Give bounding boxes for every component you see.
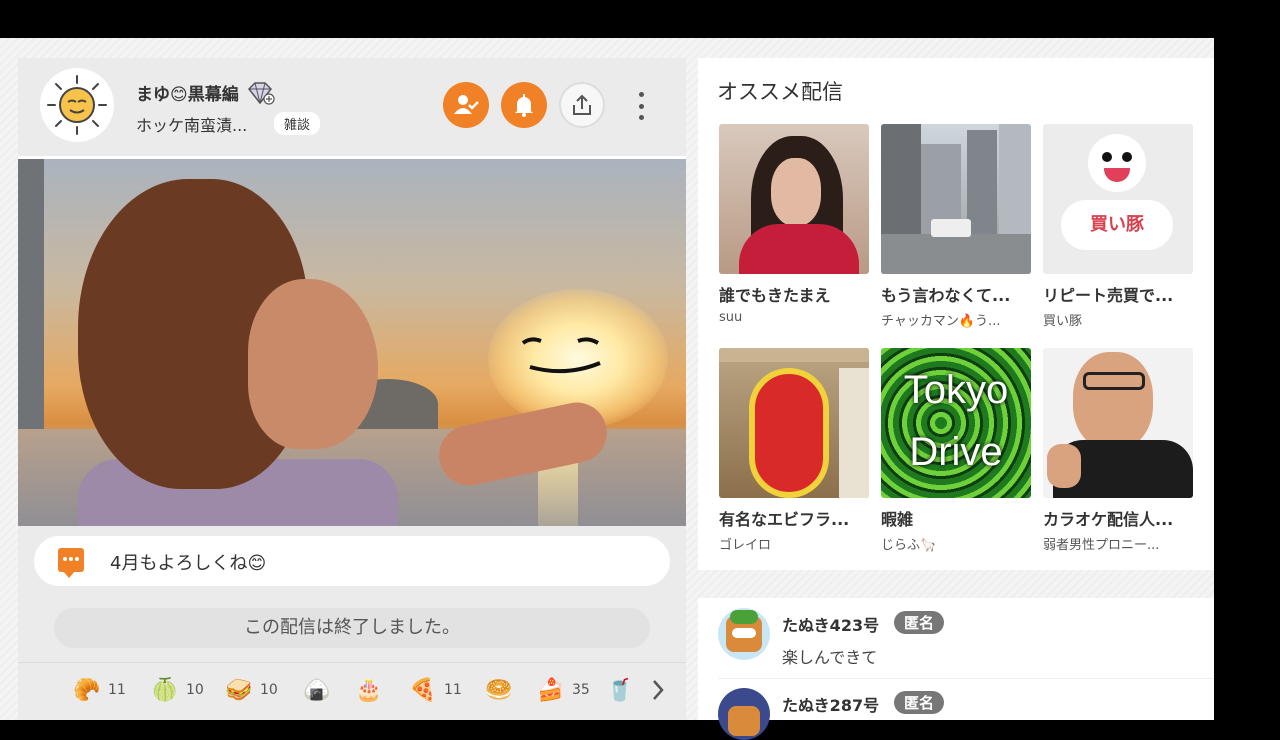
rec-title: リピート売買で... [1043, 286, 1174, 305]
stream-video[interactable] [18, 156, 686, 526]
gift-item[interactable]: 🍕 11 [408, 675, 462, 705]
streamer-header: まゆ😊黒幕編 ホッケ南蛮漬... 雑談 [18, 58, 686, 154]
gift-item[interactable]: 🥐 11 [72, 675, 126, 705]
cake-face-icon: 🎂 [355, 677, 383, 703]
latest-comment-text: 4月もよろしくね😊 [110, 553, 267, 574]
anonymous-badge: 匿名 [894, 691, 945, 714]
gift-count: 11 [444, 682, 462, 698]
gift-item[interactable]: 🍰 35 [536, 675, 590, 705]
streamer-avatar[interactable] [40, 68, 114, 142]
sun-face-icon [47, 75, 107, 135]
top-black-bar [0, 0, 1280, 38]
page: まゆ😊黒幕編 ホッケ南蛮漬... 雑談 4月もよろしくね😊 この配信は終了しまし… [0, 38, 1214, 740]
gift-item[interactable]: 🍈 10 [150, 675, 204, 705]
notify-button[interactable] [501, 82, 547, 128]
rec-user: 買い豚 [1043, 314, 1083, 329]
streamer-name-text: まゆ😊黒幕編 [136, 85, 239, 105]
user-check-icon [454, 95, 479, 114]
thumb-text-drive: Drive [909, 430, 1003, 474]
rec-title: カラオケ配信人... [1043, 510, 1174, 529]
rec-title: 誰でもきたまえ [719, 286, 831, 305]
recommended-heading: オススメ配信 [717, 80, 843, 104]
onigiri-face-icon: 🍙 [303, 677, 331, 703]
gift-count: 10 [186, 682, 204, 698]
streamer-name[interactable]: まゆ😊黒幕編 [136, 80, 275, 110]
chevron-right-icon[interactable] [646, 675, 670, 705]
gift-item[interactable]: 🥤 [612, 675, 628, 705]
gift-bar: 🥐 11 🍈 10 🥪 10 🍙 🎂 🍕 11 🥯 🍰 35 🥤 [18, 662, 686, 718]
rec-card[interactable]: 誰でもきたまえ suu [719, 124, 869, 325]
gift-item[interactable]: 🍙 [302, 675, 332, 705]
bell-icon [515, 94, 533, 117]
comment-author[interactable]: たぬき287号 [782, 692, 879, 716]
rec-user: チャッカマン🔥う... [881, 314, 1001, 329]
rec-card[interactable]: 有名なエビフラ... ゴレイロ [719, 348, 869, 553]
share-button[interactable] [559, 82, 605, 128]
stream-ended-notice: この配信は終了しました。 [54, 608, 650, 648]
rec-card[interactable]: カラオケ配信人... 弱者男性プロニー... [1043, 348, 1193, 553]
melon-bread-icon: 🍈 [151, 677, 179, 703]
rec-user: じらふ🦙 [881, 538, 937, 553]
bun-face-icon: 🥯 [485, 677, 513, 703]
latest-comment: 4月もよろしくね😊 [34, 536, 670, 586]
anonymous-badge: 匿名 [894, 611, 945, 634]
rec-thumbnail [881, 124, 1031, 274]
comment-author[interactable]: たぬき423号 [782, 612, 879, 636]
category-tag[interactable]: 雑談 [274, 112, 321, 135]
sandwich-icon: 🥪 [225, 677, 253, 703]
speech-bubble-icon [58, 548, 84, 578]
rec-thumbnail [719, 124, 869, 274]
comment-message: 楽しんできて [782, 648, 878, 667]
tanuki-avatar-icon[interactable] [718, 688, 770, 740]
gift-item[interactable]: 🥯 [484, 675, 514, 705]
drink-icon: 🥤 [612, 677, 628, 703]
stream-title: ホッケ南蛮漬... [136, 116, 248, 135]
rec-title: もう言わなくて... [881, 286, 1011, 305]
rec-thumbnail [1043, 348, 1193, 498]
cake-slice-icon: 🍰 [537, 677, 565, 703]
share-icon [573, 94, 591, 115]
rec-card[interactable]: 買い豚 リピート売買で... 買い豚 [1043, 124, 1193, 329]
rec-user: suu [719, 310, 743, 325]
comment-list: たぬき423号 匿名 楽しんできて たぬき287号 匿名 [698, 598, 1214, 740]
rec-user: ゴレイロ [719, 538, 772, 553]
rec-thumbnail: Tokyo Drive [881, 348, 1031, 498]
rec-user: 弱者男性プロニー... [1043, 538, 1160, 553]
rec-card[interactable]: もう言わなくて... チャッカマン🔥う... [881, 124, 1031, 329]
pig-label: 買い豚 [1061, 200, 1173, 250]
pizza-icon: 🍕 [409, 677, 437, 703]
divider [718, 678, 1214, 679]
gift-item[interactable]: 🥪 10 [224, 675, 278, 705]
rec-title: 暇雑 [881, 510, 914, 529]
diamond-icon [245, 81, 275, 110]
follow-button[interactable] [443, 82, 489, 128]
gift-count: 11 [108, 682, 126, 698]
croissant-icon: 🥐 [73, 677, 101, 703]
player-card: まゆ😊黒幕編 ホッケ南蛮漬... 雑談 4月もよろしくね😊 この配信は終了しまし… [18, 58, 686, 720]
rec-thumbnail [719, 348, 869, 498]
gift-count: 10 [260, 682, 278, 698]
recommended-streams: オススメ配信 誰でもきたまえ suu もう言わなくて... チャッカマン🔥う..… [698, 58, 1214, 570]
rec-card[interactable]: Tokyo Drive 暇雑 じらふ🦙 [881, 348, 1031, 553]
sun-doodle-face [521, 337, 601, 374]
thumb-text-tokyo: Tokyo [903, 368, 1009, 412]
rec-thumbnail: 買い豚 [1043, 124, 1193, 274]
tanuki-avatar-icon[interactable] [718, 608, 770, 660]
more-menu-icon[interactable] [630, 92, 652, 120]
right-black-bar [1214, 38, 1280, 720]
rec-title: 有名なエビフラ... [719, 510, 850, 529]
gift-count: 35 [572, 682, 590, 698]
gift-item[interactable]: 🎂 [354, 675, 384, 705]
